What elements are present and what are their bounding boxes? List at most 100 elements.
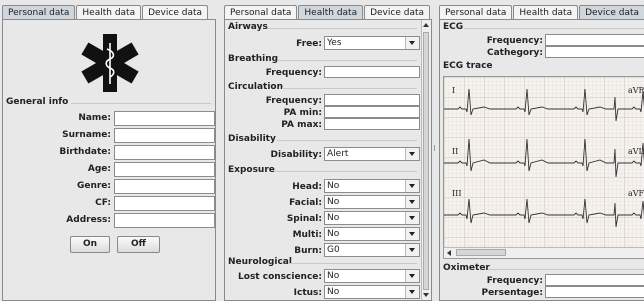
ecg-title: ECG [443, 22, 464, 32]
exposure-divider [275, 171, 417, 172]
oximeter-frequency-label: Frequency: [486, 276, 543, 286]
address-input[interactable] [114, 213, 215, 228]
ecg-trace-image [444, 77, 644, 247]
free-label: Free: [296, 39, 322, 49]
disability-select[interactable]: Alert [324, 147, 420, 161]
chevron-down-icon [405, 286, 419, 298]
personal-data-content: General info Name: Surname: Birthdate: A… [2, 19, 216, 301]
airways-divider [267, 28, 417, 29]
birthdate-input[interactable] [114, 145, 215, 160]
neurological-divider [289, 263, 417, 264]
pa-min-input[interactable] [324, 106, 420, 118]
tab-health-data[interactable]: Health data [513, 5, 579, 20]
scroll-down-icon[interactable] [423, 293, 429, 297]
ecg-category-input[interactable] [545, 46, 644, 58]
head-label: Head: [292, 182, 322, 192]
airways-title: Airways [228, 22, 268, 32]
tab-personal-data[interactable]: Personal data [224, 5, 298, 20]
tab-health-data[interactable]: Health data [76, 5, 142, 20]
circulation-divider [282, 88, 417, 89]
tab-device-data[interactable]: Device data [142, 5, 209, 20]
ecg-divider [464, 28, 644, 29]
health-vertical-scrollbar[interactable] [421, 20, 431, 300]
birthdate-label: Birthdate: [59, 147, 111, 157]
facial-value: No [327, 197, 340, 207]
name-label: Name: [78, 113, 111, 123]
scroll-left-icon[interactable] [447, 250, 451, 256]
facial-label: Facial: [289, 198, 322, 208]
surname-label: Surname: [62, 130, 111, 140]
spinal-select[interactable]: No [324, 211, 420, 225]
general-info-title: General info [6, 97, 69, 107]
personal-data-panel: Personal data Health data Device data Ge… [0, 0, 218, 301]
star-of-life-icon [81, 34, 139, 92]
ecg-horizontal-scrollbar[interactable] [444, 247, 644, 258]
cf-label: CF: [95, 198, 111, 208]
head-value: No [327, 181, 340, 191]
oximeter-frequency-input[interactable] [545, 274, 644, 286]
circulation-title: Circulation [228, 82, 284, 92]
ictus-select[interactable]: No [324, 285, 420, 299]
device-data-panel: Personal data Health data Device data EC… [437, 0, 644, 301]
free-select[interactable]: Yes [324, 36, 420, 50]
tab-health-data[interactable]: Health data [298, 5, 364, 20]
pa-max-input[interactable] [324, 118, 420, 130]
neurological-title: Neurological [228, 257, 292, 267]
circulation-frequency-label: Frequency: [265, 96, 322, 106]
multi-select[interactable]: No [324, 227, 420, 241]
oximeter-percentage-label: Persentage: [481, 288, 543, 298]
ecg-trace-title: ECG trace [443, 61, 493, 71]
head-select[interactable]: No [324, 179, 420, 193]
on-button[interactable]: On [70, 236, 110, 253]
genre-label: Genre: [76, 181, 111, 191]
oximeter-percentage-input[interactable] [545, 286, 644, 298]
disability-divider [277, 140, 417, 141]
ecg-frequency-input[interactable] [545, 34, 644, 46]
name-input[interactable] [114, 111, 215, 126]
lead-ii-label: II [452, 147, 459, 156]
breathing-divider [277, 60, 417, 61]
spinal-label: Spinal: [286, 214, 322, 224]
address-label: Address: [66, 215, 111, 225]
chevron-down-icon [405, 180, 419, 192]
burn-select[interactable]: G0 [324, 243, 420, 257]
breathing-frequency-input[interactable] [324, 66, 420, 78]
scroll-up-icon[interactable] [423, 23, 429, 27]
tab-personal-data[interactable]: Personal data [2, 5, 76, 20]
burn-label: Burn: [294, 246, 322, 256]
ecg-frequency-label: Frequency: [486, 36, 543, 46]
off-button[interactable]: Off [117, 236, 160, 253]
ecg-trace-viewer[interactable]: I II III aVR aVL aVF [443, 76, 644, 259]
disability-label: Disability: [270, 150, 322, 160]
lead-avr-label: aVR [628, 86, 644, 95]
tab-device-data[interactable]: Device data [579, 5, 644, 20]
burn-value: G0 [327, 245, 340, 255]
scroll-thumb[interactable] [423, 32, 429, 290]
facial-select[interactable]: No [324, 195, 420, 209]
tab-device-data[interactable]: Device data [364, 5, 431, 20]
pa-min-label: PA min: [283, 108, 322, 118]
chevron-down-icon [405, 148, 419, 160]
disability-value: Alert [327, 149, 349, 159]
multi-value: No [327, 229, 340, 239]
pa-max-label: PA max: [281, 120, 322, 130]
lost-conscience-label: Lost conscience: [238, 272, 322, 282]
cf-input[interactable] [114, 196, 215, 211]
lost-conscience-select[interactable]: No [324, 269, 420, 283]
oximeter-divider [488, 269, 644, 270]
panel1-tabs: Personal data Health data Device data [2, 5, 209, 20]
panel2-tabs: Personal data Health data Device data [224, 5, 431, 20]
genre-input[interactable] [114, 179, 215, 194]
tab-personal-data[interactable]: Personal data [439, 5, 513, 20]
chevron-down-icon [405, 228, 419, 240]
health-data-content: Airways Free: Yes Breathing Frequency: C… [224, 19, 432, 301]
breathing-frequency-label: Frequency: [265, 68, 322, 78]
chevron-down-icon [405, 270, 419, 282]
surname-input[interactable] [114, 128, 215, 143]
h-scroll-thumb[interactable] [456, 249, 506, 256]
chevron-down-icon [405, 212, 419, 224]
chevron-down-icon [405, 37, 419, 49]
free-value: Yes [327, 38, 342, 48]
age-input[interactable] [114, 162, 215, 177]
circulation-frequency-input[interactable] [324, 94, 420, 106]
